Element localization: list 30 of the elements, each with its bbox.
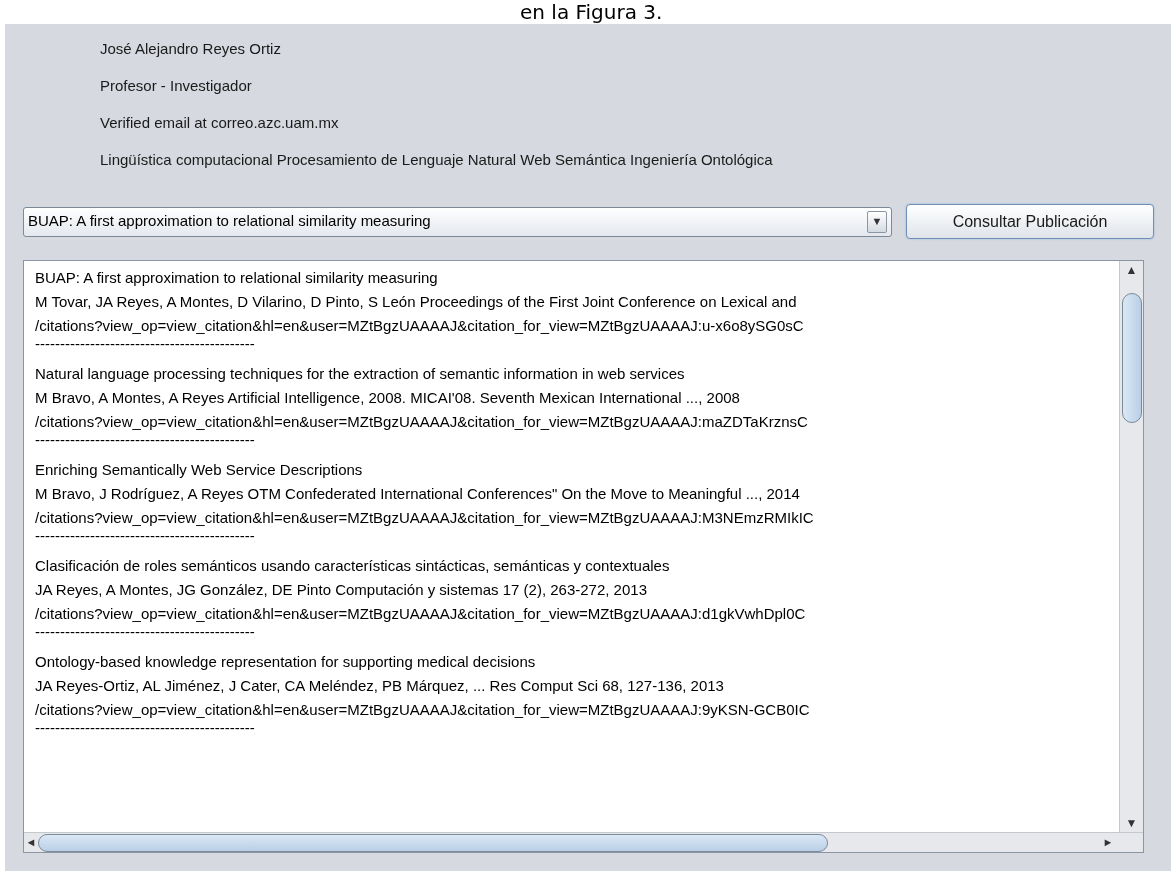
scroll-up-arrow[interactable]: ▲ (1125, 261, 1138, 279)
scroll-down-arrow[interactable]: ▼ (1125, 814, 1138, 832)
result-authors: M Bravo, A Montes, A Reyes Artificial Intelligence, 2008. MICAI'08. Seventh Mexican International ..., 2008 (35, 388, 741, 408)
caption-text: en la Figura 3. (520, 0, 663, 24)
result-title: Clasificación de roles semánticos usando características sintácticas, semánticas y contextuales (35, 556, 671, 576)
vertical-scrollbar[interactable]: ▲ ▼ (1119, 261, 1143, 832)
result-separator: -------------------------------------------- (35, 338, 255, 354)
consult-button[interactable]: Consultar Publicación (906, 204, 1154, 239)
result-separator: -------------------------------------------- (35, 530, 255, 546)
result-title: Natural language processing techniques for the extraction of semantic information in web services (35, 364, 686, 384)
profile-email: Verified email at correo.azc.uam.mx (100, 113, 340, 133)
result-authors: M Bravo, J Rodríguez, A Reyes OTM Confederated International Conferences" On the Move to Meaningful ..., 2014 (35, 484, 801, 504)
scroll-thumb[interactable] (38, 833, 828, 852)
horizontal-scrollbar[interactable]: ◄ ► (24, 832, 1143, 852)
result-title: Ontology-based knowledge representation for supporting medical decisions (35, 652, 537, 672)
scroll-left-arrow[interactable]: ◄ (24, 834, 38, 851)
publication-dropdown[interactable]: BUAP: A first approximation to relational similarity measuring ▼ (23, 206, 892, 237)
result-separator: -------------------------------------------- (35, 434, 255, 450)
profile-interests: Lingüística computacional Procesamiento de Lenguaje Natural Web Semántica Ingeniería Ontológica (100, 150, 774, 170)
result-authors: JA Reyes, A Montes, JG González, DE Pinto Computación y sistemas 17 (2), 263-272, 2013 (35, 580, 648, 600)
result-authors: M Tovar, JA Reyes, A Montes, D Vilarino, D Pinto, S León Proceedings of the First Joint Conference on Lexical and (35, 292, 798, 312)
scroll-thumb[interactable] (1121, 293, 1142, 423)
profile-position: Profesor - Investigador (100, 76, 253, 96)
result-title: BUAP: A first approximation to relational similarity measuring (35, 268, 439, 288)
result-title: Enriching Semantically Web Service Descriptions (35, 460, 364, 480)
result-separator: -------------------------------------------- (35, 722, 255, 738)
result-authors: JA Reyes-Ortiz, AL Jiménez, J Cater, CA Meléndez, PB Márquez, ... Res Comput Sci 68, 127-136, 2013 (35, 676, 725, 696)
result-separator: -------------------------------------------- (35, 626, 255, 642)
profile-name: José Alejandro Reyes Ortiz (100, 39, 282, 59)
scroll-right-arrow[interactable]: ► (1101, 834, 1115, 851)
